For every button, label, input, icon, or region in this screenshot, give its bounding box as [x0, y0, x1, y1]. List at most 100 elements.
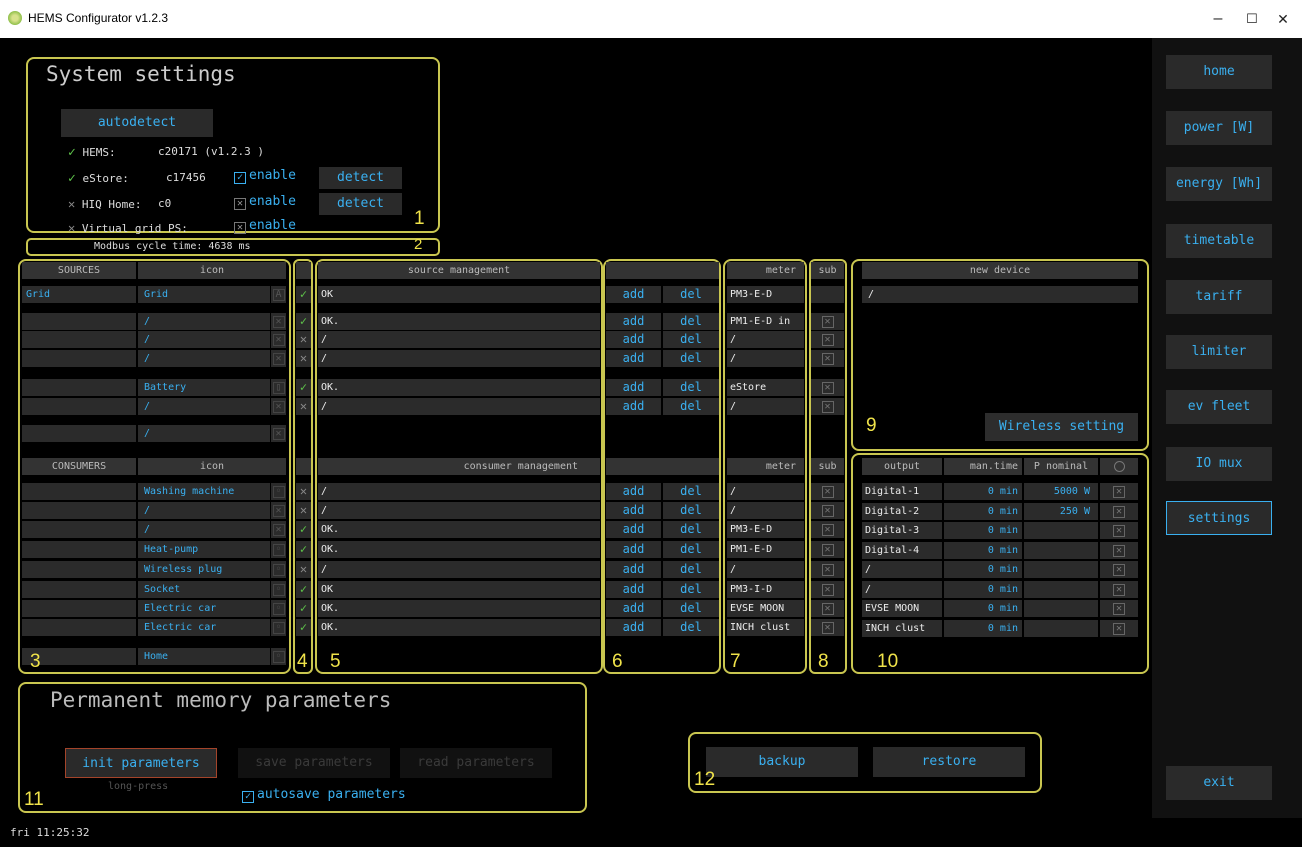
consumer-row-sub-checkbox[interactable]: ✕ [811, 502, 844, 519]
consumer-icon-select[interactable]: / [138, 521, 270, 538]
consumer-name[interactable] [22, 619, 136, 636]
backup-button[interactable]: backup [706, 747, 858, 777]
source-row-del-button[interactable]: del [663, 350, 719, 367]
source-row-sub-checkbox[interactable]: ✕ [811, 398, 844, 415]
output-mantime[interactable]: 0 min [944, 600, 1022, 617]
source-row-del-button[interactable]: del [663, 379, 719, 396]
consumer-icon-select[interactable]: Electric car [138, 619, 270, 636]
nav-settings[interactable]: settings [1166, 501, 1272, 535]
nav-home[interactable]: home [1166, 55, 1272, 89]
source-row-add-button[interactable]: add [606, 313, 661, 330]
consumer-row-add-button[interactable]: add [606, 521, 661, 538]
minimize-button[interactable]: – [1203, 6, 1233, 32]
source-icon-select[interactable]: Battery [138, 379, 270, 396]
output-pnominal[interactable] [1024, 619, 1098, 637]
consumer-row-sub-checkbox[interactable]: ✕ [811, 483, 844, 500]
wireless-setting-button[interactable]: Wireless setting [985, 413, 1138, 441]
source-name[interactable] [22, 425, 136, 442]
nav-limiter[interactable]: limiter [1166, 335, 1272, 369]
consumer-row-add-button[interactable]: add [606, 581, 661, 598]
source-row-del-button[interactable]: del [663, 331, 719, 348]
restore-button[interactable]: restore [873, 747, 1025, 777]
init-parameters-button[interactable]: init parameters [65, 748, 217, 778]
consumer-row-sub-checkbox[interactable]: ✕ [811, 521, 844, 538]
output-timer-checkbox[interactable]: ✕ [1100, 580, 1138, 598]
source-icon-select[interactable]: / [138, 425, 270, 442]
consumer-icon-select[interactable]: Wireless plug [138, 561, 270, 578]
consumer-icon-select[interactable]: Heat-pump [138, 541, 270, 558]
consumer-row-del-button[interactable]: del [663, 619, 719, 636]
consumer-name[interactable] [22, 502, 136, 519]
nav-timetable[interactable]: timetable [1166, 224, 1272, 258]
output-mantime[interactable]: 0 min [944, 502, 1022, 520]
consumer-row-del-button[interactable]: del [663, 600, 719, 617]
output-mantime[interactable]: 0 min [944, 561, 1022, 578]
source-row-add-button[interactable]: add [606, 379, 661, 396]
source-name[interactable] [22, 350, 136, 367]
output-mantime[interactable]: 0 min [944, 541, 1022, 559]
hiq-enable-checkbox[interactable]: ✕ enable [234, 194, 296, 210]
consumer-name[interactable] [22, 600, 136, 617]
output-pnominal[interactable] [1024, 580, 1098, 598]
source-name[interactable] [22, 398, 136, 415]
output-timer-checkbox[interactable]: ✕ [1100, 483, 1138, 500]
consumer-row-del-button[interactable]: del [663, 483, 719, 500]
consumer-row-add-button[interactable]: add [606, 483, 661, 500]
consumer-row-add-button[interactable]: add [606, 502, 661, 519]
consumer-icon-select[interactable]: / [138, 502, 270, 519]
source-row-add-button[interactable]: add [606, 350, 661, 367]
nav-power[interactable]: power [W] [1166, 111, 1272, 145]
consumer-row-add-button[interactable]: add [606, 600, 661, 617]
consumer-icon-select[interactable]: Electric car [138, 600, 270, 617]
source-icon-select[interactable]: / [138, 350, 270, 367]
output-timer-checkbox[interactable]: ✕ [1100, 541, 1138, 559]
output-pnominal[interactable] [1024, 541, 1098, 559]
read-parameters-button[interactable]: read parameters [400, 748, 552, 778]
consumer-row-del-button[interactable]: del [663, 561, 719, 578]
source-row-sub-checkbox[interactable]: ✕ [811, 313, 844, 330]
exit-button[interactable]: exit [1166, 766, 1272, 800]
consumer-row-del-button[interactable]: del [663, 581, 719, 598]
nav-io-mux[interactable]: IO mux [1166, 447, 1272, 481]
consumer-icon-select[interactable]: Home [138, 648, 270, 665]
output-mantime[interactable]: 0 min [944, 522, 1022, 539]
consumer-row-del-button[interactable]: del [663, 521, 719, 538]
consumer-row-add-button[interactable]: add [606, 619, 661, 636]
nav-tariff[interactable]: tariff [1166, 280, 1272, 314]
consumer-name[interactable] [22, 521, 136, 538]
save-parameters-button[interactable]: save parameters [238, 748, 390, 778]
output-mantime[interactable]: 0 min [944, 483, 1022, 500]
close-button[interactable]: ✕ [1268, 6, 1298, 32]
consumer-row-del-button[interactable]: del [663, 502, 719, 519]
source-row-del-button[interactable]: del [663, 398, 719, 415]
source-row-add-button[interactable]: add [606, 398, 661, 415]
source-row-sub-checkbox[interactable]: ✕ [811, 331, 844, 348]
new-device-input[interactable]: / [862, 286, 1138, 303]
consumer-icon-select[interactable]: Washing machine [138, 483, 270, 500]
consumer-row-sub-checkbox[interactable]: ✕ [811, 619, 844, 636]
consumer-row-add-button[interactable]: add [606, 541, 661, 558]
source-icon-select[interactable]: Grid [138, 286, 270, 303]
estore-enable-checkbox[interactable]: ✓ enable [234, 168, 296, 184]
source-row-del-button[interactable]: del [663, 286, 719, 303]
source-row-add-button[interactable]: add [606, 286, 661, 303]
source-name[interactable] [22, 313, 136, 330]
source-name[interactable] [22, 331, 136, 348]
maximize-button[interactable]: ☐ [1237, 6, 1267, 32]
autodetect-button[interactable]: autodetect [61, 109, 213, 137]
consumer-name[interactable] [22, 561, 136, 578]
estore-detect-button[interactable]: detect [319, 167, 402, 189]
consumer-row-sub-checkbox[interactable]: ✕ [811, 581, 844, 598]
source-name[interactable] [22, 379, 136, 396]
source-row-sub-checkbox[interactable] [811, 286, 844, 303]
consumer-row-add-button[interactable]: add [606, 561, 661, 578]
consumer-name[interactable] [22, 541, 136, 558]
output-pnominal[interactable] [1024, 561, 1098, 578]
source-row-sub-checkbox[interactable]: ✕ [811, 350, 844, 367]
source-row-add-button[interactable]: add [606, 331, 661, 348]
output-pnominal[interactable]: 5000 W [1024, 483, 1098, 500]
source-icon-select[interactable]: / [138, 331, 270, 348]
hiq-detect-button[interactable]: detect [319, 193, 402, 215]
consumer-icon-select[interactable]: Socket [138, 581, 270, 598]
consumer-name[interactable] [22, 581, 136, 598]
